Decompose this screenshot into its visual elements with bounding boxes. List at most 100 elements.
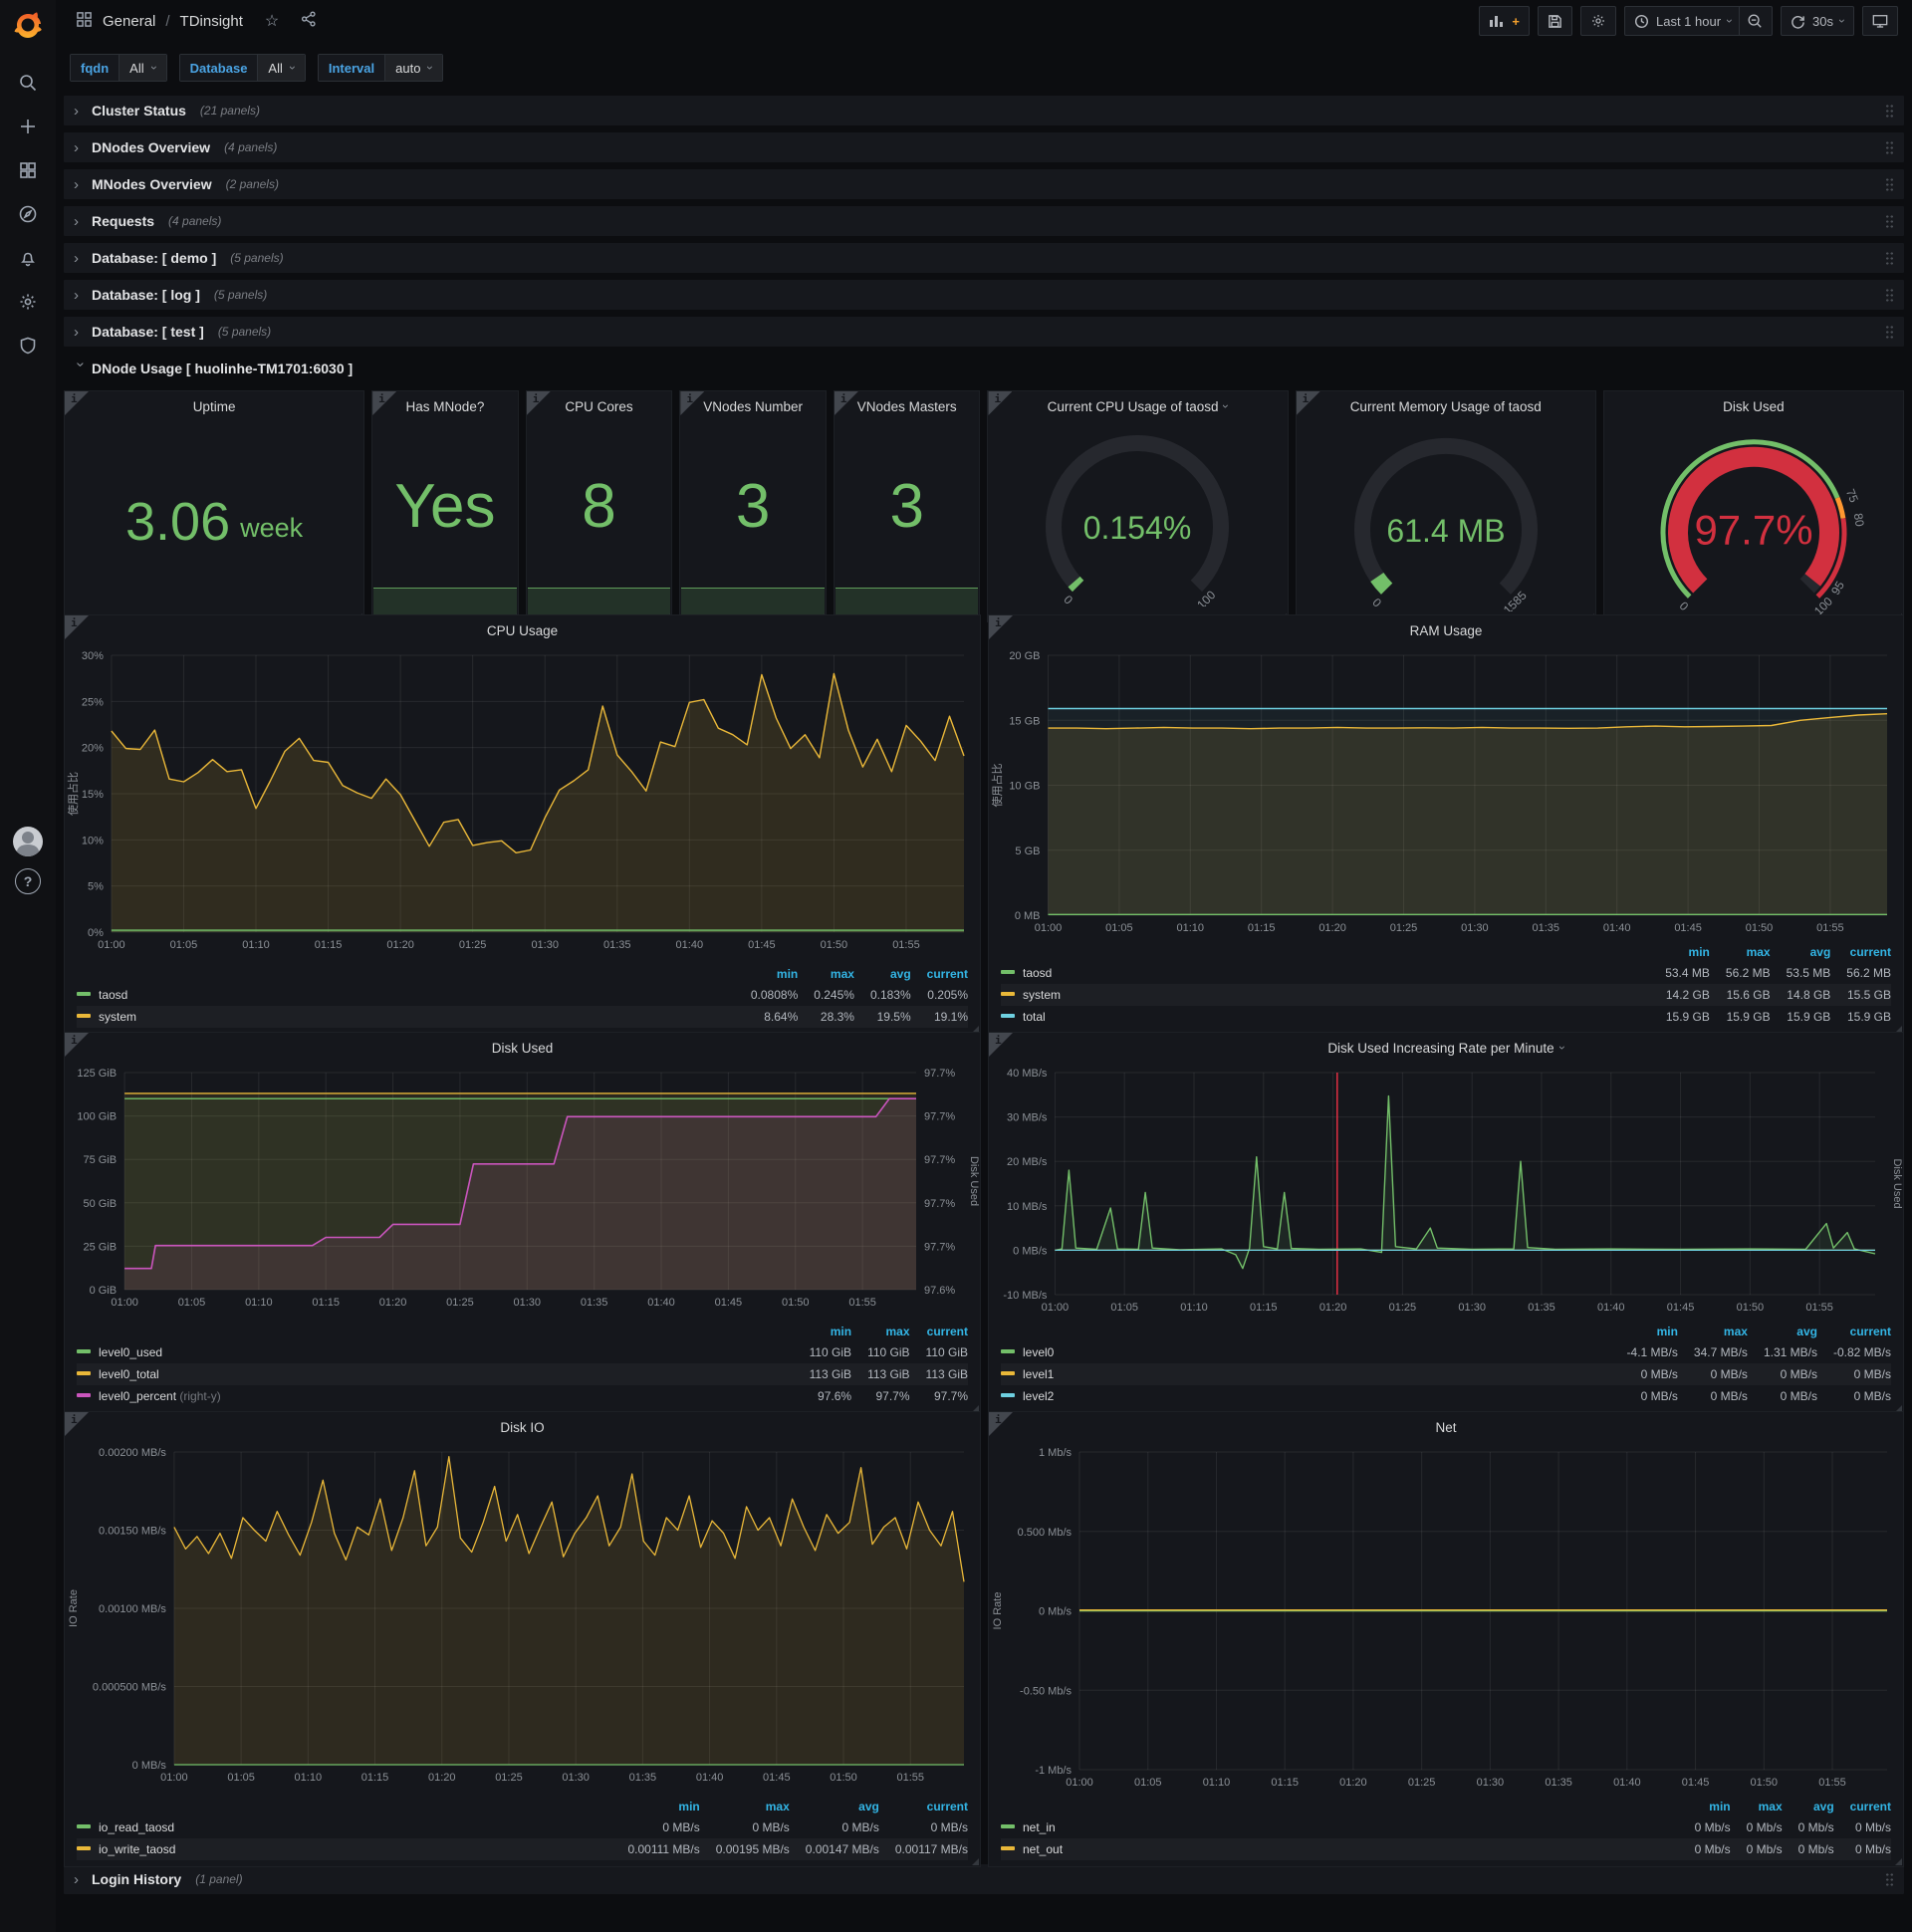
legend-series-name[interactable]: io_read_taosd — [77, 1816, 611, 1838]
panel-title[interactable]: Net — [989, 1412, 1903, 1442]
legend-series-name[interactable]: level1 — [1001, 1363, 1611, 1385]
legend-column-header[interactable]: min — [1611, 1322, 1678, 1341]
legend-column-header[interactable]: avg — [1748, 1322, 1817, 1341]
breadcrumb-folder[interactable]: General — [103, 13, 155, 30]
row-drag-handle[interactable] — [1885, 250, 1894, 266]
search-icon[interactable] — [10, 66, 46, 100]
legend-column-header[interactable]: min — [611, 1797, 699, 1816]
row-dnodes-overview[interactable]: › DNodes Overview (4 panels) — [64, 132, 1904, 162]
panel-title[interactable]: Disk Used — [1604, 391, 1903, 421]
chart-plot[interactable]: 01:00 01:05 01:10 01:15 01:20 01:25 01:30 01:35… — [989, 1063, 1903, 1322]
chart-plot[interactable]: 01:00 01:05 01:10 01:15 01:20 01:25 01:30 01:35… — [65, 1442, 980, 1797]
panel-title[interactable]: RAM Usage — [989, 615, 1903, 645]
legend-column-header[interactable]: max — [1710, 942, 1771, 962]
legend-column-header[interactable]: current — [911, 964, 968, 984]
panel-title[interactable]: VNodes Number — [680, 391, 826, 421]
panel-title[interactable]: CPU Usage — [65, 615, 980, 645]
legend-series-name[interactable]: total — [1001, 1006, 1649, 1028]
legend-column-header[interactable]: min — [1679, 1797, 1730, 1816]
row-drag-handle[interactable] — [1885, 213, 1894, 229]
row-drag-handle[interactable] — [1885, 324, 1894, 340]
dashboard-settings-button[interactable] — [1579, 6, 1616, 36]
legend-column-header[interactable]: current — [879, 1797, 968, 1816]
configuration-gear-icon[interactable] — [10, 285, 46, 319]
grafana-logo[interactable] — [0, 0, 56, 52]
variable-fqdn-value[interactable]: All › — [119, 55, 166, 81]
panel-title[interactable]: Current CPU Usage of taosd › — [988, 391, 1287, 421]
row-requests[interactable]: › Requests (4 panels) — [64, 206, 1904, 236]
panel-title[interactable]: Disk IO — [65, 1412, 980, 1442]
legend-series-name[interactable]: system — [1001, 984, 1649, 1006]
panel-title[interactable]: Current Memory Usage of taosd — [1297, 391, 1595, 421]
panel-title[interactable]: VNodes Masters — [835, 391, 980, 421]
legend-column-header[interactable]: avg — [1783, 1797, 1834, 1816]
legend-column-header[interactable]: max — [1678, 1322, 1748, 1341]
row-drag-handle[interactable] — [1885, 1871, 1894, 1887]
help-icon[interactable]: ? — [15, 868, 41, 894]
panel-title[interactable]: Has MNode? — [372, 391, 518, 421]
row-cluster-status[interactable]: › Cluster Status (21 panels) — [64, 96, 1904, 125]
legend-series-name[interactable]: level0_used — [77, 1341, 794, 1363]
legend-series-name[interactable]: net_out — [1001, 1838, 1679, 1860]
row-database-demo[interactable]: › Database: [ demo ] (5 panels) — [64, 243, 1904, 273]
legend-column-header[interactable]: max — [798, 964, 854, 984]
legend-series-name[interactable]: level0 — [1001, 1341, 1611, 1363]
legend-column-header[interactable]: min — [1649, 942, 1710, 962]
variable-interval-label[interactable]: Interval — [318, 55, 385, 81]
explore-compass-icon[interactable] — [10, 197, 46, 231]
legend-series-name[interactable]: taosd — [77, 984, 735, 1006]
legend-series-name[interactable]: system — [77, 1006, 735, 1028]
row-login-history[interactable]: › Login History (1 panel) — [64, 1864, 1904, 1894]
legend-column-header[interactable]: current — [1830, 942, 1891, 962]
legend-column-header[interactable]: min — [735, 964, 798, 984]
row-drag-handle[interactable] — [1885, 287, 1894, 303]
dashboards-icon[interactable] — [10, 153, 46, 187]
panel-title[interactable]: Uptime — [65, 391, 363, 421]
legend-column-header[interactable]: avg — [790, 1797, 879, 1816]
row-drag-handle[interactable] — [1885, 103, 1894, 119]
variable-database-value[interactable]: All › — [257, 55, 305, 81]
refresh-picker[interactable]: 30s › — [1781, 6, 1854, 36]
legend-series-name[interactable]: net_in — [1001, 1816, 1679, 1838]
add-panel-button[interactable]: + — [1479, 6, 1530, 36]
panel-title[interactable]: Disk Used Increasing Rate per Minute › — [989, 1033, 1903, 1063]
share-icon[interactable] — [301, 10, 317, 32]
panel-title[interactable]: CPU Cores — [527, 391, 672, 421]
chart-plot[interactable]: 01:00 01:05 01:10 01:15 01:20 01:25 01:30 01:35… — [65, 1063, 980, 1322]
user-avatar[interactable] — [13, 827, 43, 856]
legend-column-header[interactable]: current — [1834, 1797, 1891, 1816]
legend-column-header[interactable]: current — [1817, 1322, 1891, 1341]
create-plus-icon[interactable] — [10, 110, 46, 143]
legend-column-header[interactable]: avg — [1771, 942, 1831, 962]
row-drag-handle[interactable] — [1885, 176, 1894, 192]
row-dnode-usage[interactable]: › DNode Usage [ huolinhe-TM1701:6030 ] — [64, 354, 1904, 383]
legend-column-header[interactable]: max — [1731, 1797, 1783, 1816]
save-dashboard-button[interactable] — [1537, 6, 1572, 36]
legend-series-name[interactable]: level2 — [1001, 1385, 1611, 1407]
chart-plot[interactable]: 01:00 01:05 01:10 01:15 01:20 01:25 01:30 01:35… — [989, 1442, 1903, 1797]
legend-column-header[interactable]: current — [910, 1322, 968, 1341]
legend-column-header[interactable]: avg — [854, 964, 911, 984]
variable-database-label[interactable]: Database — [179, 55, 258, 81]
cycle-view-mode-button[interactable] — [1862, 6, 1898, 36]
zoom-out-icon[interactable] — [1747, 13, 1763, 29]
time-range-picker[interactable]: Last 1 hour › — [1623, 6, 1774, 36]
legend-series-name[interactable]: level0_total — [77, 1363, 794, 1385]
alerting-bell-icon[interactable] — [10, 241, 46, 275]
legend-column-header[interactable]: max — [700, 1797, 790, 1816]
panel-title[interactable]: Disk Used — [65, 1033, 980, 1063]
server-admin-shield-icon[interactable] — [10, 329, 46, 362]
row-mnodes-overview[interactable]: › MNodes Overview (2 panels) — [64, 169, 1904, 199]
legend-column-header[interactable]: min — [794, 1322, 851, 1341]
legend-series-name[interactable]: level0_percent (right-y) — [77, 1385, 794, 1407]
row-database-test[interactable]: › Database: [ test ] (5 panels) — [64, 317, 1904, 347]
breadcrumb-dashboard[interactable]: TDinsight — [180, 13, 243, 30]
legend-column-header[interactable]: max — [851, 1322, 910, 1341]
legend-series-name[interactable]: io_write_taosd — [77, 1838, 611, 1860]
row-database-log[interactable]: › Database: [ log ] (5 panels) — [64, 280, 1904, 310]
chart-plot[interactable]: 01:00 01:05 01:10 01:15 01:20 01:25 01:30 01:35… — [989, 645, 1903, 942]
row-drag-handle[interactable] — [1885, 139, 1894, 155]
variable-interval-value[interactable]: auto › — [384, 55, 443, 81]
legend-series-name[interactable]: taosd — [1001, 962, 1649, 984]
chart-plot[interactable]: 01:00 01:05 01:10 01:15 01:20 01:25 01:30 01:35… — [65, 645, 980, 964]
